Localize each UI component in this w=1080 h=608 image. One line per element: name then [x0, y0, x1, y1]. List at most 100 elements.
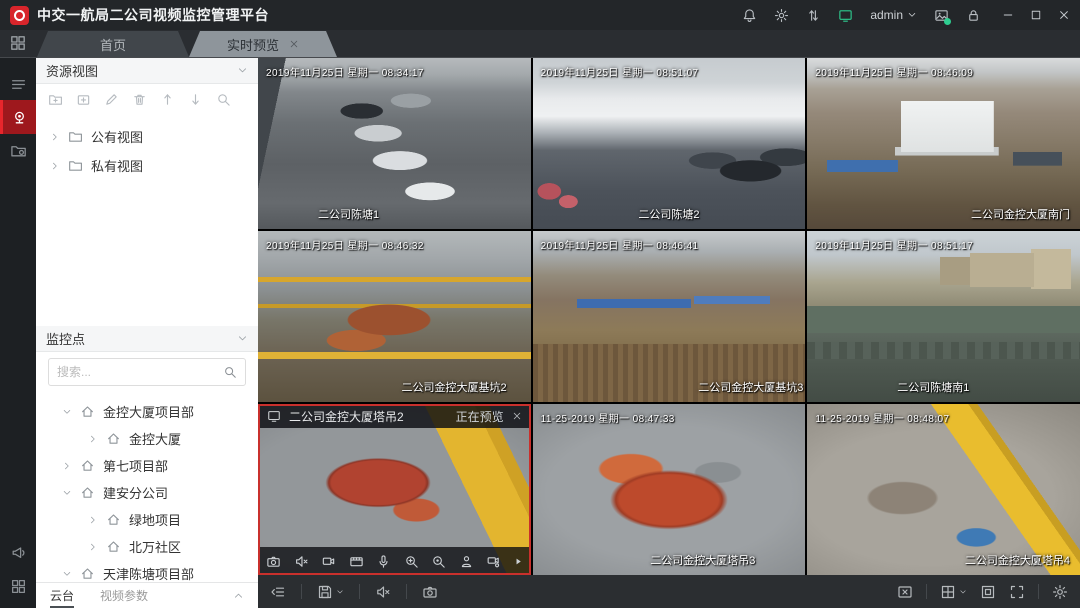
divider: [301, 584, 302, 599]
home-icon: [80, 485, 95, 500]
tree-item-seventh-project[interactable]: 第七项目部: [36, 452, 258, 479]
folder-icon: [68, 129, 83, 144]
chevron-down-icon: [907, 10, 917, 20]
monitor-points-title: 监控点: [46, 329, 85, 348]
sidebar: 资源视图 公有视图 私有视图 监控点: [36, 58, 258, 608]
divider: [1038, 584, 1039, 599]
apps-grid-icon[interactable]: [9, 34, 27, 52]
snapshot-icon[interactable]: [266, 554, 281, 569]
edit-icon[interactable]: [104, 92, 119, 107]
video-cell-9[interactable]: 11-25-2019 星期一 08:48:07 二公司金控大厦塔吊4: [807, 404, 1080, 575]
video-cell-5[interactable]: 2019年11月25日 星期一 08:46:41 二公司金控大厦基坑3: [533, 231, 806, 402]
video-grid: 2019年11月25日 星期一 08:34:17 二公司陈塘1 2019年11月…: [258, 58, 1080, 575]
video-cell-7-selected[interactable]: 二公司金控大厦塔吊2 正在预览: [258, 404, 531, 575]
tab-home-label: 首页: [100, 35, 126, 54]
maximize-button[interactable]: [1030, 9, 1042, 21]
menu-icon[interactable]: [0, 68, 36, 100]
chevron-down-icon: [237, 333, 248, 344]
resource-toolbar: [36, 84, 258, 114]
snapshot-all-icon[interactable]: [422, 584, 438, 600]
app-title: 中交一航局二公司视频监控管理平台: [37, 5, 269, 25]
tab-home[interactable]: 首页: [37, 31, 189, 57]
tab-video-params[interactable]: 视频参数: [100, 583, 148, 608]
bell-icon[interactable]: [742, 8, 757, 23]
broadcast-icon[interactable]: [0, 536, 36, 568]
tree-item-jianan-branch[interactable]: 建安分公司: [36, 479, 258, 506]
video-timestamp: 11-25-2019 星期一 08:47:33: [541, 410, 675, 425]
add-folder-icon[interactable]: [48, 92, 63, 107]
camera-name-overlay: 二公司金控大厦基坑3: [698, 379, 803, 395]
save-view-icon[interactable]: [317, 584, 344, 600]
monitor-status-icon[interactable]: [838, 8, 853, 23]
zoom-3d-icon[interactable]: [431, 554, 446, 569]
video-timestamp: 2019年11月25日 星期一 08:46:32: [266, 237, 424, 252]
settings-icon[interactable]: [774, 8, 789, 23]
close-preview-icon[interactable]: [512, 411, 522, 421]
resource-view-header[interactable]: 资源视图: [36, 58, 258, 84]
resource-config-icon[interactable]: [0, 134, 36, 166]
preview-camera-name: 二公司金控大厦塔吊2: [289, 408, 404, 425]
chevron-right-icon: [62, 461, 72, 471]
camera-name-overlay: 二公司陈塘2: [638, 206, 699, 222]
transfer-icon[interactable]: [806, 8, 821, 23]
search-icon[interactable]: [223, 365, 237, 379]
video-timestamp: 2019年11月25日 星期一 08:51:17: [815, 237, 973, 252]
locate-icon[interactable]: [459, 554, 474, 569]
video-cell-2[interactable]: 2019年11月25日 星期一 08:51:07 二公司陈塘2: [533, 58, 806, 229]
tree-item-jinkong-tower[interactable]: 金控大厦: [36, 425, 258, 452]
sidebar-bottom-tabs: 云台 视频参数: [36, 582, 258, 608]
layout-grid-icon[interactable]: [940, 584, 967, 600]
more-tools-icon[interactable]: [514, 557, 523, 566]
video-cell-4[interactable]: 2019年11月25日 星期一 08:46:32 二公司金控大厦基坑2: [258, 231, 531, 402]
video-timestamp: 2019年11月25日 星期一 08:46:09: [815, 64, 973, 79]
record-icon[interactable]: [321, 554, 336, 569]
video-cell-1[interactable]: 2019年11月25日 星期一 08:34:17 二公司陈塘1: [258, 58, 531, 229]
minimize-button[interactable]: [1002, 9, 1014, 21]
settings-icon[interactable]: [1052, 584, 1068, 600]
camera-name-overlay: 二公司金控大厦塔吊3: [650, 552, 755, 568]
video-cell-6[interactable]: 2019年11月25日 星期一 08:51:17 二公司陈塘南1: [807, 231, 1080, 402]
tree-item-greenland-project[interactable]: 绿地项目: [36, 506, 258, 533]
keyboard-icon[interactable]: [0, 570, 36, 602]
tree-item-public-views[interactable]: 公有视图: [36, 122, 258, 151]
preview-status: 正在预览: [456, 408, 504, 425]
mute-all-icon[interactable]: [375, 584, 391, 600]
message-icon[interactable]: [934, 8, 949, 23]
resource-view-title: 资源视图: [46, 61, 98, 80]
monitor-points-icon[interactable]: [0, 100, 36, 134]
chevron-down-icon: [62, 407, 72, 417]
close-button[interactable]: [1058, 9, 1070, 21]
move-up-icon[interactable]: [160, 92, 175, 107]
tab-close-icon[interactable]: [289, 39, 299, 49]
tree-item-jinkong-project[interactable]: 金控大厦项目部: [36, 398, 258, 425]
video-cell-8[interactable]: 11-25-2019 星期一 08:47:33 二公司金控大厦塔吊3: [533, 404, 806, 575]
video-cell-3[interactable]: 2019年11月25日 星期一 08:46:09 二公司金控大厦南门: [807, 58, 1080, 229]
user-menu[interactable]: admin: [870, 8, 917, 22]
home-icon: [106, 512, 121, 527]
search-input[interactable]: [57, 365, 223, 379]
single-screen-icon[interactable]: [980, 584, 996, 600]
tree-item-beiwan-community[interactable]: 北万社区: [36, 533, 258, 560]
playback-icon[interactable]: [349, 554, 364, 569]
search-icon[interactable]: [216, 92, 231, 107]
lock-icon[interactable]: [966, 8, 981, 23]
tree-item-private-views[interactable]: 私有视图: [36, 151, 258, 180]
tab-ptz[interactable]: 云台: [50, 583, 74, 608]
tree-item-tianjin-chentang-project[interactable]: 天津陈塘项目部: [36, 560, 258, 582]
zoom-in-icon[interactable]: [404, 554, 419, 569]
ptz-preset-icon[interactable]: [486, 554, 501, 569]
close-all-icon[interactable]: [897, 584, 913, 600]
add-view-icon[interactable]: [76, 92, 91, 107]
mute-icon[interactable]: [294, 554, 309, 569]
monitor-points-header[interactable]: 监控点: [36, 326, 258, 352]
talk-icon[interactable]: [376, 554, 391, 569]
fullscreen-icon[interactable]: [1009, 584, 1025, 600]
bottom-toolbar-right: [897, 584, 1068, 600]
tab-live-preview[interactable]: 实时预览: [189, 31, 337, 57]
collapse-panel-icon[interactable]: [270, 584, 286, 600]
folder-icon: [68, 158, 83, 173]
titlebar: 中交一航局二公司视频监控管理平台 admin: [0, 0, 1080, 30]
delete-icon[interactable]: [132, 92, 147, 107]
move-down-icon[interactable]: [188, 92, 203, 107]
chevron-up-icon[interactable]: [233, 590, 244, 601]
